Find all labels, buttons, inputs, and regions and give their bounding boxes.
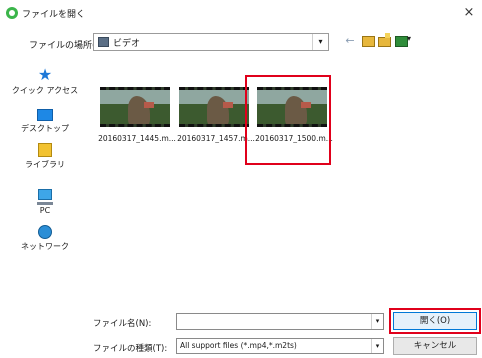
location-combo[interactable]: ビデオ ▾ [93, 33, 329, 51]
library-icon [38, 143, 52, 157]
network-icon [38, 225, 52, 239]
app-icon [6, 7, 18, 19]
place-network[interactable]: ネットワーク [5, 225, 85, 252]
pc-icon [37, 189, 53, 205]
place-label: ライブラリ [25, 160, 65, 169]
file-item[interactable]: 20160317_1457.m... [175, 87, 255, 171]
highlight-box [389, 308, 481, 334]
close-button[interactable]: × [456, 0, 482, 26]
file-name: 20160317_1445.m... [98, 134, 176, 143]
filename-label: ファイル名(N): [93, 319, 152, 329]
bottom-panel: ファイル名(N): ▾ ファイルの種類(T): All support file… [91, 304, 482, 358]
chevron-down-icon[interactable]: ▾ [371, 339, 383, 353]
place-label: デスクトップ [21, 124, 69, 133]
up-folder-icon[interactable] [361, 33, 375, 49]
place-desktop[interactable]: デスクトップ [5, 107, 85, 134]
filename-input[interactable] [176, 313, 384, 330]
place-label: PC [39, 206, 51, 215]
new-folder-icon[interactable] [377, 33, 391, 49]
place-quick-access[interactable]: ★ クイック アクセス [5, 67, 85, 96]
place-pc[interactable]: PC [5, 189, 85, 215]
window-title: ファイルを開く [22, 10, 86, 20]
chevron-down-icon[interactable]: ▾ [312, 34, 328, 50]
file-list: 20160317_1445.m... 20160317_1457.m... 20… [91, 55, 481, 299]
video-folder-icon [98, 37, 109, 47]
file-item[interactable]: 20160317_1445.m... [96, 87, 176, 171]
star-icon: ★ [37, 65, 53, 84]
filetype-select[interactable]: All support files (*.mp4,*.m2ts) ▾ [176, 338, 384, 354]
highlight-box [245, 75, 331, 165]
filetype-label: ファイルの種類(T): [93, 344, 168, 354]
cancel-button[interactable]: キャンセル [393, 337, 477, 355]
back-arrow-icon[interactable]: ← [343, 33, 357, 49]
chevron-down-icon[interactable]: ▾ [371, 314, 383, 329]
place-library[interactable]: ライブラリ [5, 143, 85, 170]
title-bar: ファイルを開く × [0, 0, 482, 26]
places-bar: ★ クイック アクセス デスクトップ ライブラリ PC ネットワーク [5, 55, 85, 299]
place-label: ネットワーク [21, 242, 69, 251]
video-thumbnail [179, 87, 249, 127]
view-menu-icon[interactable] [394, 33, 414, 49]
video-thumbnail [100, 87, 170, 127]
desktop-icon [37, 109, 53, 121]
filetype-value: All support files (*.mp4,*.m2ts) [180, 341, 297, 350]
place-label: クイック アクセス [11, 86, 79, 95]
location-value: ビデオ [113, 39, 141, 49]
